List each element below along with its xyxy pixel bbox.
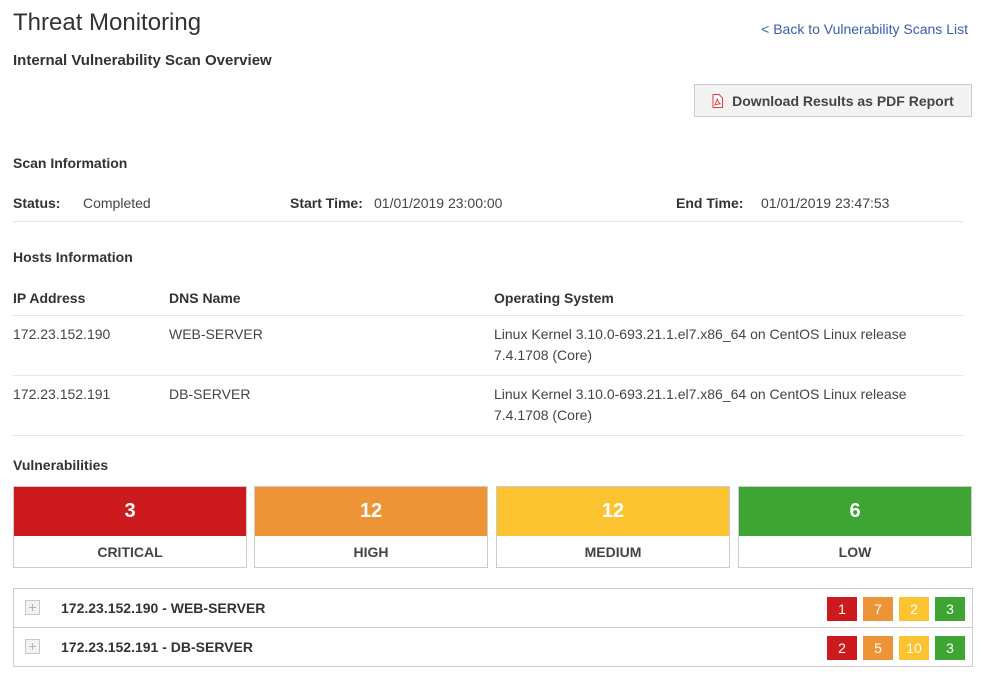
start-time-label: Start Time: [290, 195, 363, 211]
high-badge: 5 [863, 636, 893, 660]
high-badge: 7 [863, 597, 893, 621]
low-badge: 3 [935, 597, 965, 621]
critical-count: 3 [14, 487, 246, 536]
host-dns: WEB-SERVER [169, 315, 494, 376]
page-title: Threat Monitoring [13, 9, 202, 36]
medium-count: 12 [497, 487, 729, 536]
host-ip: 172.23.152.190 [13, 315, 169, 376]
hosts-table-header: IP Address DNS Name Operating System [13, 280, 963, 316]
host-item-title: 172.23.152.190 - WEB-SERVER [61, 600, 266, 616]
table-row: 172.23.152.190 WEB-SERVER Linux Kernel 3… [13, 315, 963, 376]
severity-card-medium[interactable]: 12 MEDIUM [496, 486, 730, 568]
medium-label: MEDIUM [584, 543, 642, 560]
host-os: Linux Kernel 3.10.0-693.21.1.el7.x86_64 … [494, 375, 963, 436]
list-item[interactable]: 172.23.152.190 - WEB-SERVER 1 7 2 3 [14, 589, 972, 628]
medium-badge: 10 [899, 636, 929, 660]
back-to-scans-link[interactable]: < Back to Vulnerability Scans List [761, 21, 968, 37]
hosts-information-heading: Hosts Information [13, 249, 133, 265]
critical-badge: 1 [827, 597, 857, 621]
host-os: Linux Kernel 3.10.0-693.21.1.el7.x86_64 … [494, 315, 963, 376]
status-value: Completed [83, 195, 151, 211]
pdf-file-icon [712, 93, 724, 108]
column-dns-name: DNS Name [169, 280, 494, 316]
column-operating-system: Operating System [494, 280, 963, 316]
high-label: HIGH [353, 543, 389, 560]
page-subtitle: Internal Vulnerability Scan Overview [13, 52, 272, 69]
severity-summary: 3 CRITICAL 12 HIGH 12 MEDIUM 6 LOW [13, 486, 973, 568]
scan-info-row: Status: Completed Start Time: 01/01/2019… [13, 186, 963, 222]
medium-badge: 2 [899, 597, 929, 621]
severity-card-low[interactable]: 6 LOW [738, 486, 972, 568]
host-vulnerability-list: 172.23.152.190 - WEB-SERVER 1 7 2 3 172.… [13, 588, 973, 667]
status-label: Status: [13, 195, 61, 211]
vulnerabilities-heading: Vulnerabilities [13, 457, 109, 473]
column-ip-address: IP Address [13, 280, 169, 316]
low-label: LOW [838, 543, 872, 560]
low-count: 6 [739, 487, 971, 536]
table-row: 172.23.152.191 DB-SERVER Linux Kernel 3.… [13, 375, 963, 436]
host-severity-badges: 2 5 10 3 [821, 636, 965, 660]
list-item[interactable]: 172.23.152.191 - DB-SERVER 2 5 10 3 [14, 628, 972, 666]
high-count: 12 [255, 487, 487, 536]
download-pdf-button[interactable]: Download Results as PDF Report [694, 84, 972, 117]
start-time-value: 01/01/2019 23:00:00 [374, 195, 503, 211]
critical-badge: 2 [827, 636, 857, 660]
end-time-label: End Time: [676, 195, 744, 211]
host-ip: 172.23.152.191 [13, 375, 169, 436]
host-dns: DB-SERVER [169, 375, 494, 436]
end-time-value: 01/01/2019 23:47:53 [761, 195, 890, 211]
severity-card-high[interactable]: 12 HIGH [254, 486, 488, 568]
hosts-table: IP Address DNS Name Operating System 172… [13, 280, 963, 436]
plus-square-icon[interactable] [25, 639, 40, 654]
plus-square-icon[interactable] [25, 600, 40, 615]
low-badge: 3 [935, 636, 965, 660]
host-severity-badges: 1 7 2 3 [821, 597, 965, 621]
download-pdf-label: Download Results as PDF Report [732, 92, 954, 109]
scan-information-heading: Scan Information [13, 155, 128, 171]
critical-label: CRITICAL [97, 543, 163, 560]
severity-card-critical[interactable]: 3 CRITICAL [13, 486, 247, 568]
host-item-title: 172.23.152.191 - DB-SERVER [61, 639, 253, 655]
